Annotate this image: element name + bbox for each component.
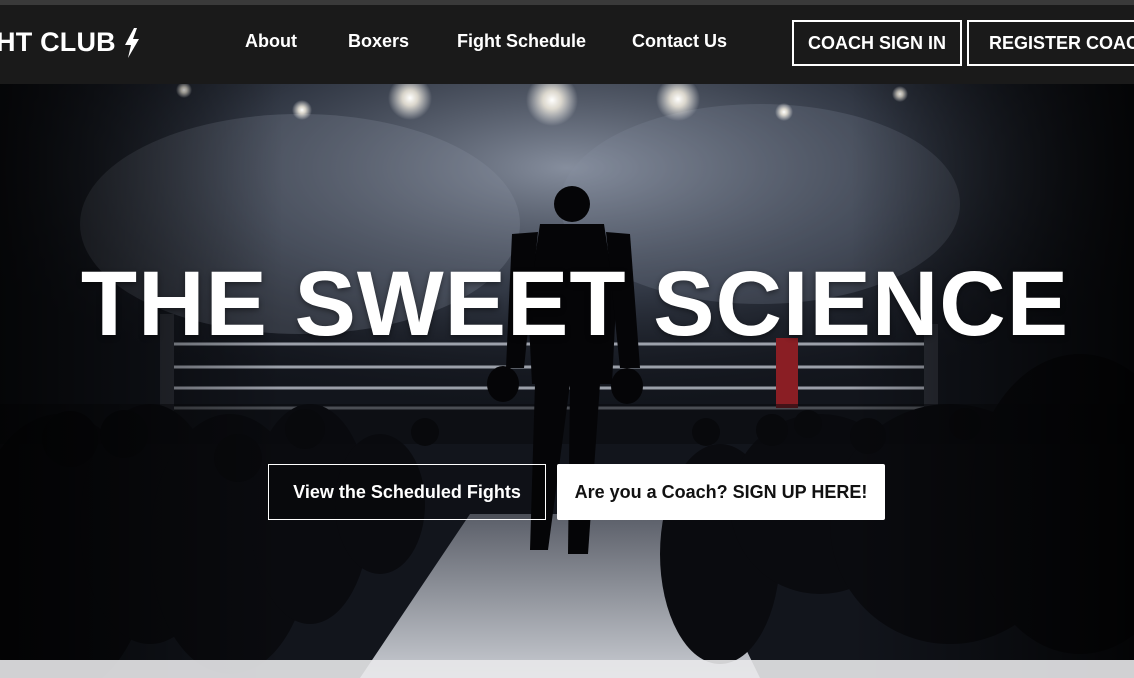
lightning-bolt-icon — [124, 27, 139, 58]
nav-fight-schedule-link[interactable]: Fight Schedule — [457, 31, 586, 52]
nav-about-link[interactable]: About — [245, 31, 297, 52]
brand-name: HT CLUB — [0, 27, 116, 57]
nav-boxers-link[interactable]: Boxers — [348, 31, 409, 52]
coach-sign-in-button[interactable]: COACH SIGN IN — [792, 20, 962, 66]
register-coach-button[interactable]: REGISTER COACH — [967, 20, 1134, 66]
navbar: HT CLUB About Boxers Fight Schedule Cont… — [0, 5, 1134, 84]
hero-section: THE SWEET SCIENCE View the Scheduled Fig… — [0, 84, 1134, 678]
view-scheduled-fights-button[interactable]: View the Scheduled Fights — [268, 464, 546, 520]
hero-background-image — [0, 84, 1134, 678]
brand-logo[interactable]: HT CLUB — [0, 27, 141, 58]
coach-sign-up-button[interactable]: Are you a Coach? SIGN UP HERE! — [557, 464, 885, 520]
nav-contact-us-link[interactable]: Contact Us — [632, 31, 727, 52]
hero-headline: THE SWEET SCIENCE — [80, 253, 1070, 355]
